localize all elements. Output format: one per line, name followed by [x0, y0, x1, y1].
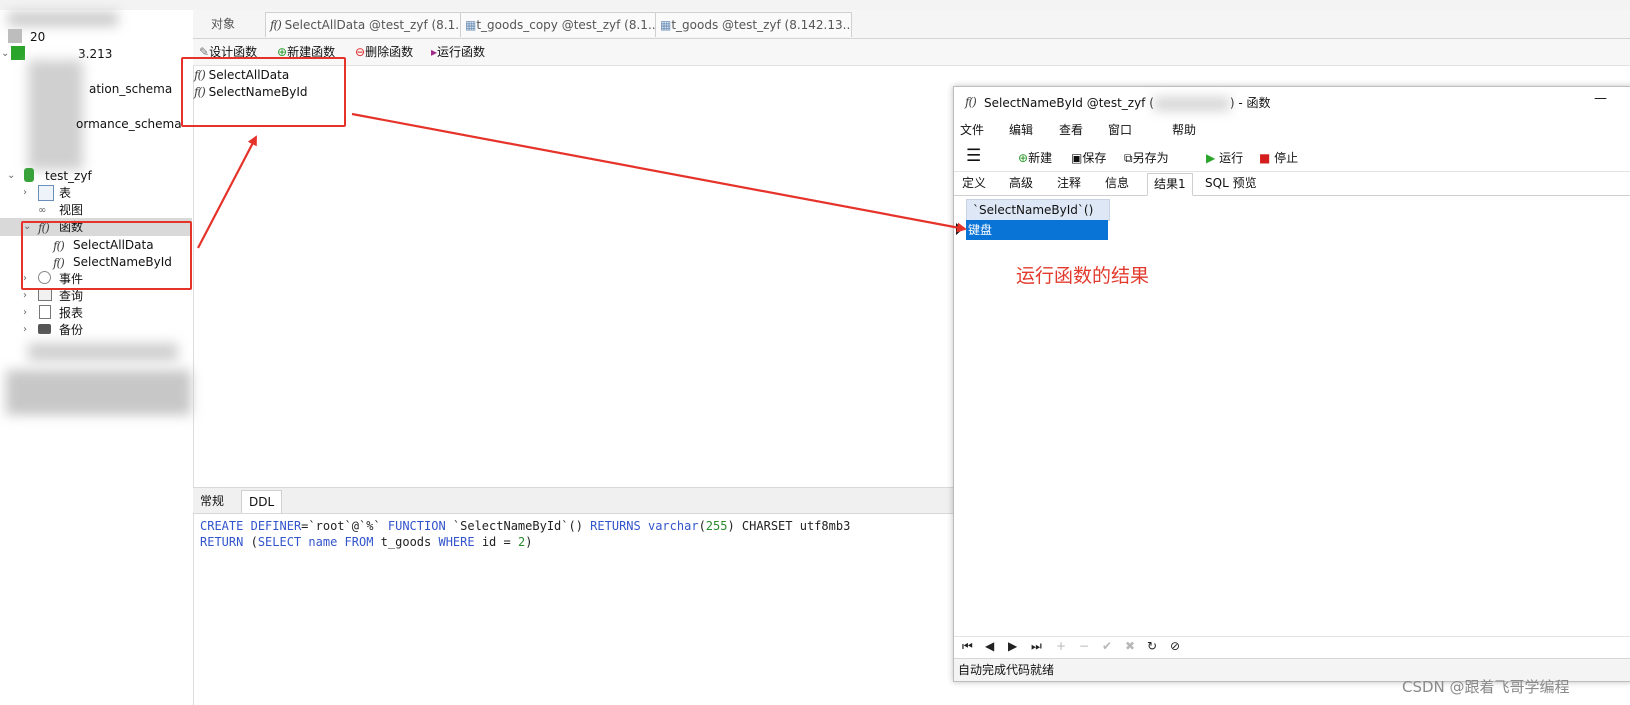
tree-reports[interactable]: › 报表 — [0, 304, 190, 322]
tree-tables[interactable]: › 表 — [0, 184, 190, 202]
grid-nav-bar: ⏮ ◀ ▶ ⏭ + − ✔ ✖ ↻ ⊘ — [954, 636, 1630, 657]
menu-help[interactable]: 帮助 — [1172, 121, 1196, 138]
apply-icon[interactable]: ✔ — [1102, 639, 1112, 653]
chevron-right-icon[interactable]: › — [23, 321, 27, 339]
delete-function-button[interactable]: ⊖删除函数 — [355, 43, 413, 61]
delete-record-icon[interactable]: − — [1079, 639, 1089, 653]
window-toolbar: ☰ ⊕新建 ▣保存 ⧉另存为 ▶ 运行 ■ 停止 — [954, 143, 1630, 172]
function-icon: f() — [270, 18, 282, 32]
object-info-tabs: 常规 DDL — [193, 487, 953, 514]
tree-views[interactable]: ∞ 视图 — [0, 201, 190, 219]
function-icon: f() — [965, 95, 977, 109]
annotation-text: 运行函数的结果 — [1016, 265, 1150, 287]
tab-general[interactable]: 常规 — [193, 490, 231, 512]
tab-selectalldata[interactable]: f() SelectAllData @test_zyf (8.1... — [265, 12, 462, 37]
minus-icon: ⊖ — [355, 45, 366, 59]
backup-icon — [38, 324, 51, 334]
prev-record-icon[interactable]: ◀ — [985, 639, 994, 653]
table-icon — [38, 185, 54, 201]
table-icon: ▦ — [465, 18, 477, 32]
menu-window[interactable]: 窗口 — [1108, 121, 1132, 138]
blurred-item — [28, 343, 178, 361]
run-button[interactable]: ▶ 运行 — [1206, 149, 1243, 166]
chevron-right-icon[interactable]: › — [23, 184, 27, 202]
save-button[interactable]: ▣保存 — [1071, 149, 1106, 166]
database-icon — [24, 168, 34, 182]
function-toolbar: ✎设计函数 ⊕新建函数 ⊖删除函数 ▸运行函数 — [193, 39, 1630, 66]
menu-file[interactable]: 文件 — [960, 121, 984, 138]
row-indicator-icon — [956, 223, 963, 235]
save-icon: ▣ — [1071, 151, 1083, 165]
save-as-icon: ⧉ — [1124, 151, 1133, 165]
tab-comment[interactable]: 注释 — [1051, 173, 1087, 194]
first-record-icon[interactable]: ⏮ — [962, 639, 973, 654]
add-record-icon[interactable]: + — [1056, 639, 1066, 653]
report-icon — [39, 305, 51, 319]
tab-ddl[interactable]: DDL — [241, 490, 283, 513]
plus-icon: ⊕ — [1018, 151, 1029, 165]
tree-db-test-zyf[interactable]: ⌄ test_zyf — [0, 167, 190, 185]
result-column-header[interactable]: `SelectNameById`() — [966, 199, 1110, 221]
arrow-tree-to-list — [197, 135, 257, 249]
discard-icon[interactable]: ✖ — [1125, 639, 1135, 653]
connection-tree: 20 ⌄ 3.213 ation_schema ormance_schema ⌄… — [0, 10, 194, 705]
chevron-down-icon[interactable]: ⌄ — [1, 45, 9, 63]
tab-t-goods-copy[interactable]: ▦t_goods_copy @test_zyf (8.1... — [460, 12, 657, 37]
tab-objects[interactable]: 对象 — [193, 12, 253, 36]
result-cell[interactable]: 键盘 — [966, 220, 1108, 240]
next-record-icon[interactable]: ▶ — [1008, 639, 1017, 653]
save-as-button[interactable]: ⧉另存为 — [1124, 149, 1169, 166]
menu-view[interactable]: 查看 — [1059, 121, 1083, 138]
ddl-code: CREATE DEFINER=`root`@`%` FUNCTION `Sele… — [200, 518, 850, 550]
ddl-line-1: CREATE DEFINER=`root`@`%` FUNCTION `Sele… — [200, 519, 851, 533]
window-title: SelectNameById @test_zyf () - 函数 — [984, 96, 1271, 110]
window-title-bar: f() SelectNameById @test_zyf () - 函数 — — [954, 87, 1630, 117]
tab-advanced[interactable]: 高级 — [1003, 173, 1039, 194]
connection-icon — [11, 46, 25, 60]
minimize-button[interactable]: — — [1594, 91, 1607, 106]
stop-query-icon[interactable]: ⊘ — [1170, 639, 1180, 653]
tab-info[interactable]: 信息 — [1099, 173, 1135, 194]
tab-result1[interactable]: 结果1 — [1147, 173, 1193, 196]
blurred-item — [6, 370, 191, 415]
tree-db-information-schema[interactable]: ation_schema — [0, 80, 190, 98]
run-function-button[interactable]: ▸运行函数 — [431, 43, 485, 61]
function-window: f() SelectNameById @test_zyf () - 函数 — 文… — [953, 86, 1630, 682]
stop-icon: ■ — [1259, 151, 1271, 165]
tree-backups[interactable]: › 备份 — [0, 321, 190, 339]
last-record-icon[interactable]: ⏭ — [1031, 639, 1042, 654]
chevron-right-icon[interactable]: › — [23, 304, 27, 322]
blurred-host — [1153, 97, 1230, 110]
ddl-line-2: RETURN (SELECT name FROM t_goods WHERE i… — [200, 535, 533, 549]
tree-conn-1[interactable]: 20 — [0, 28, 190, 46]
new-button[interactable]: ⊕新建 — [1018, 149, 1052, 166]
refresh-icon[interactable]: ↻ — [1147, 639, 1157, 653]
object-tab-bar: 对象 f() SelectAllData @test_zyf (8.1... ▦… — [193, 10, 1630, 39]
play-icon: ▶ — [1206, 151, 1216, 165]
window-tabs: 定义 高级 注释 信息 结果1 SQL 预览 — [954, 173, 1630, 196]
stop-button[interactable]: ■ 停止 — [1259, 149, 1298, 166]
window-menu-bar: 文件 编辑 查看 窗口 帮助 — [954, 119, 1630, 141]
table-icon: ▦ — [660, 18, 672, 32]
tab-t-goods[interactable]: ▦t_goods @test_zyf (8.142.13... — [655, 12, 852, 37]
blurred-item — [8, 12, 118, 26]
chevron-down-icon[interactable]: ⌄ — [7, 167, 15, 185]
arrow-list-to-result — [351, 112, 967, 233]
tab-sql-preview[interactable]: SQL 预览 — [1199, 173, 1263, 194]
tab-definition[interactable]: 定义 — [956, 173, 992, 194]
highlight-box-tree — [21, 221, 192, 290]
watermark: CSDN @跟着飞哥学编程 — [1402, 678, 1570, 696]
highlight-box-list — [181, 57, 346, 127]
tree-db-performance-schema[interactable]: ormance_schema — [0, 115, 190, 133]
hamburger-icon[interactable]: ☰ — [966, 146, 981, 166]
view-icon: ∞ — [38, 205, 47, 216]
server-icon — [8, 29, 22, 43]
menu-edit[interactable]: 编辑 — [1009, 121, 1033, 138]
